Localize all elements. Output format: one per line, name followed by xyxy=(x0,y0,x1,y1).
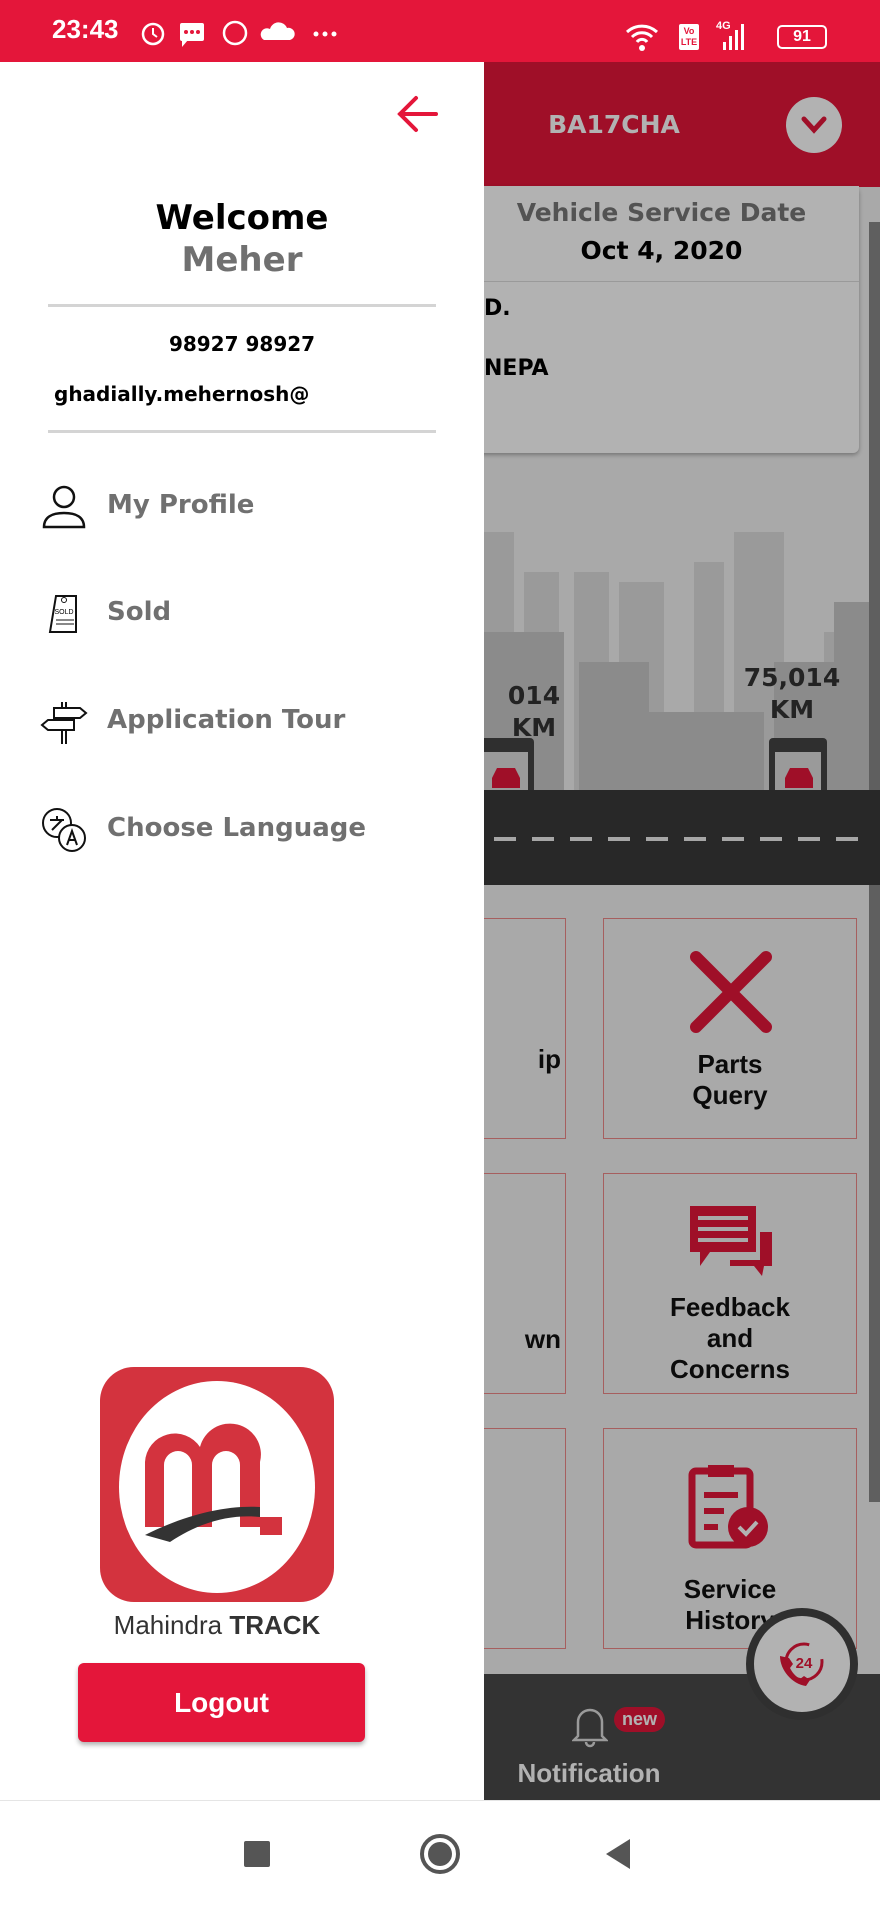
back-arrow-icon[interactable] xyxy=(396,94,440,134)
user-name: Meher xyxy=(181,240,303,280)
logo-wordmark: Mahindra TRACK xyxy=(100,1610,334,1641)
message-icon xyxy=(180,23,204,47)
divider xyxy=(48,304,436,307)
logo-text-track: TRACK xyxy=(229,1610,321,1640)
home-button[interactable] xyxy=(420,1834,460,1874)
logo-text-mahindra: Mahindra xyxy=(113,1610,223,1640)
back-button[interactable] xyxy=(604,1837,634,1871)
user-icon xyxy=(42,485,86,529)
drawer-scrim[interactable] xyxy=(484,62,880,1800)
whatsapp-icon xyxy=(222,20,248,46)
translate-icon xyxy=(42,808,86,852)
cloud-icon xyxy=(260,22,295,40)
wifi-icon xyxy=(625,24,659,51)
navigation-drawer: Welcome Meher 98927 98927 ghadially.mehe… xyxy=(0,62,484,1800)
menu-item-sold[interactable]: SOLD Sold xyxy=(0,577,484,647)
recents-button[interactable] xyxy=(244,1841,270,1867)
menu-item-my-profile[interactable]: My Profile xyxy=(0,470,484,540)
user-phone: 98927 98927 xyxy=(168,332,316,356)
more-icon xyxy=(313,31,337,37)
menu-item-application-tour[interactable]: Application Tour xyxy=(0,685,484,755)
status-left-icons xyxy=(141,20,337,47)
volte-icon: Vo LTE xyxy=(679,24,699,50)
mahindra-track-logo xyxy=(100,1367,334,1602)
menu-item-label: Application Tour xyxy=(107,705,346,735)
logo-mark xyxy=(119,1381,315,1593)
signpost-icon xyxy=(40,702,88,744)
menu-item-label: Sold xyxy=(107,597,172,627)
logout-button[interactable]: Logout xyxy=(78,1663,365,1742)
alarm-icon xyxy=(141,22,165,46)
status-bar: 23:43 Vo LTE 4G 91 xyxy=(0,0,880,62)
network-label: 4G xyxy=(716,20,731,32)
menu-item-label: Choose Language xyxy=(107,813,367,843)
sold-tag-icon: SOLD xyxy=(48,595,77,633)
status-time: 23:43 xyxy=(52,14,119,44)
battery-level: 91 xyxy=(793,28,811,45)
user-email: ghadially.mehernosh@ xyxy=(54,382,310,406)
battery-icon: 91 xyxy=(777,25,827,49)
welcome-heading: Welcome xyxy=(155,198,329,238)
menu-item-label: My Profile xyxy=(107,490,255,520)
menu-item-choose-language[interactable]: Choose Language xyxy=(0,793,484,863)
system-nav-bar xyxy=(0,1800,880,1907)
svg-text:SOLD: SOLD xyxy=(54,609,73,616)
divider xyxy=(48,430,436,433)
